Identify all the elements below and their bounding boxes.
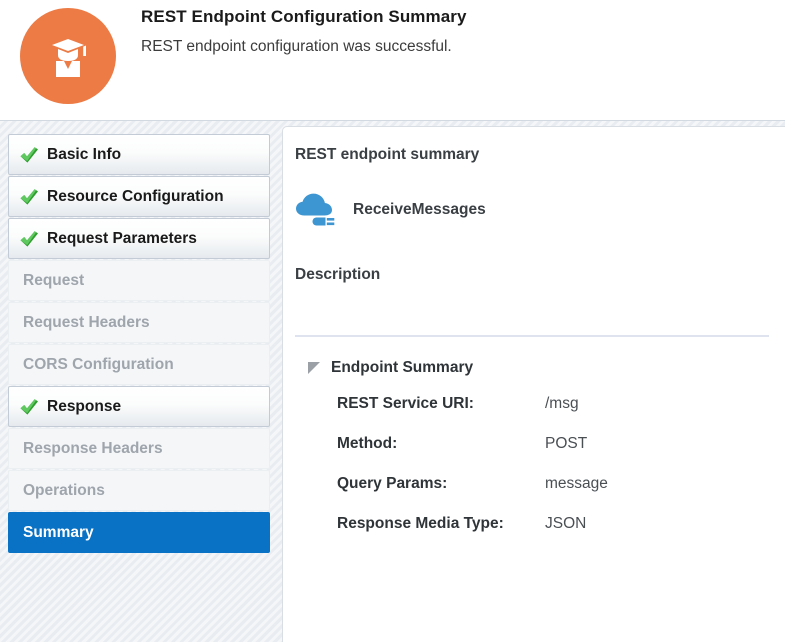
sidebar-item-label: Summary: [23, 524, 94, 542]
sidebar-item-response[interactable]: Response: [8, 386, 270, 427]
sidebar-item-basic-info[interactable]: Basic Info: [8, 134, 270, 175]
sidebar-item-label: CORS Configuration: [23, 356, 174, 374]
sidebar-item-request-parameters[interactable]: Request Parameters: [8, 218, 270, 259]
wizard-header: REST Endpoint Configuration Summary REST…: [0, 0, 785, 121]
sidebar-item-cors-configuration: CORS Configuration: [8, 344, 270, 385]
sidebar-item-label: Response Headers: [23, 440, 163, 458]
summary-row: Query Params:message: [337, 475, 769, 493]
summary-row-value: JSON: [545, 515, 586, 533]
sidebar-item-request: Request: [8, 260, 270, 301]
sidebar-item-label: Request Headers: [23, 314, 150, 332]
sidebar-item-summary[interactable]: Summary: [8, 512, 270, 553]
sidebar-item-operations: Operations: [8, 470, 270, 511]
sidebar-item-label: Operations: [23, 482, 105, 500]
green-check-icon: [18, 186, 40, 208]
summary-row-key: Response Media Type:: [337, 515, 545, 533]
sidebar-item-response-headers: Response Headers: [8, 428, 270, 469]
sidebar-item-label: Request: [23, 272, 84, 290]
summary-row: REST Service URI:/msg: [337, 395, 769, 413]
sidebar-item-label: Request Parameters: [47, 230, 197, 248]
wizard-body: Basic Info Resource Configuration Request …: [0, 121, 785, 642]
summary-row-value: message: [545, 475, 608, 493]
endpoint-summary-section: Endpoint Summary REST Service URI:/msg Me…: [295, 359, 769, 533]
sidebar-item-resource-configuration[interactable]: Resource Configuration: [8, 176, 270, 217]
endpoint-identity-row: ReceiveMessages: [295, 191, 769, 229]
summary-row-key: Query Params:: [337, 475, 545, 493]
sidebar-item-label: Resource Configuration: [47, 188, 224, 206]
summary-row: Response Media Type:JSON: [337, 515, 769, 533]
summary-row-value: /msg: [545, 395, 579, 413]
sidebar-item-label: Basic Info: [47, 146, 121, 164]
content-divider: [295, 335, 769, 337]
summary-row: Method:POST: [337, 435, 769, 453]
endpoint-summary-header[interactable]: Endpoint Summary: [295, 359, 769, 377]
endpoint-name: ReceiveMessages: [353, 201, 486, 219]
sidebar-item-label: Response: [47, 398, 121, 416]
green-check-icon: [18, 228, 40, 250]
content-section-title: REST endpoint summary: [295, 145, 769, 165]
graduate-tutorial-icon: [20, 8, 116, 104]
header-icon-wrap: [20, 8, 116, 104]
cloud-connector-icon: [295, 191, 341, 229]
description-label: Description: [295, 265, 769, 285]
summary-row-key: Method:: [337, 435, 545, 453]
summary-row-value: POST: [545, 435, 587, 453]
green-check-icon: [18, 144, 40, 166]
endpoint-summary-rows: REST Service URI:/msg Method:POST Query Pa…: [295, 395, 769, 533]
sidebar-item-request-headers: Request Headers: [8, 302, 270, 343]
page-title: REST Endpoint Configuration Summary: [141, 5, 775, 29]
wizard-step-nav: Basic Info Resource Configuration Request …: [0, 121, 278, 642]
content-panel: REST endpoint summary ReceiveMessages De…: [282, 126, 785, 642]
endpoint-summary-heading: Endpoint Summary: [331, 359, 473, 377]
triangle-collapse-icon[interactable]: [307, 361, 321, 375]
page-subtitle: REST endpoint configuration was successf…: [141, 35, 775, 59]
summary-row-key: REST Service URI:: [337, 395, 545, 413]
header-text-block: REST Endpoint Configuration Summary REST…: [141, 5, 775, 59]
green-check-icon: [18, 396, 40, 418]
